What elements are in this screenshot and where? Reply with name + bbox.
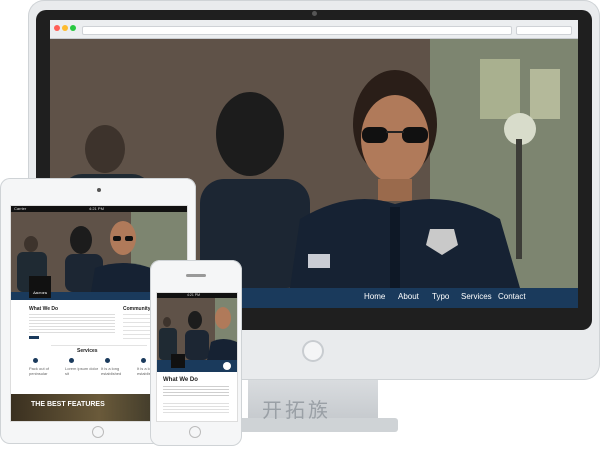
- tablet-section-title: What We Do: [29, 306, 59, 312]
- service-item-3: It is a long established: [101, 366, 122, 376]
- minimize-window-icon[interactable]: [62, 25, 68, 31]
- tablet-carrier: Carrier: [14, 206, 27, 211]
- phone-logo-badge[interactable]: [171, 354, 185, 368]
- phone-body-text-lines: [163, 403, 229, 415]
- nav-typo-link[interactable]: Typo: [432, 292, 449, 301]
- tablet-divider: [51, 345, 147, 346]
- service-icon-2: [69, 358, 74, 363]
- nav-services-link[interactable]: Services: [461, 292, 492, 301]
- service-icon-1: [33, 358, 38, 363]
- power-button-icon[interactable]: [302, 340, 324, 362]
- browser-search-field[interactable]: [516, 26, 572, 35]
- tablet-logo-badge[interactable]: Aurora: [29, 276, 51, 298]
- nav-home-link[interactable]: Home: [364, 292, 385, 301]
- service-item-2: Lorem ipsum dolor sit: [65, 366, 99, 376]
- phone-menu-icon[interactable]: [223, 362, 231, 370]
- phone-clock: 4:21 PM: [187, 293, 201, 297]
- nav-contact-link[interactable]: Contact: [498, 292, 526, 301]
- phone-lead-text-lines: [163, 386, 229, 398]
- tablet-sidebar-title: Community: [123, 306, 151, 312]
- tablet-camera-icon: [97, 188, 101, 192]
- tablet-home-button-icon[interactable]: [92, 426, 104, 438]
- camera-icon: [312, 11, 317, 16]
- service-icon-4: [141, 358, 146, 363]
- nav-about-link[interactable]: About: [398, 292, 419, 301]
- tablet-read-more-button[interactable]: [29, 336, 39, 339]
- phone-home-button-icon[interactable]: [189, 426, 201, 438]
- tablet-clock: 4:21 PM: [89, 206, 104, 211]
- phone-screen: 4:21 PM What We Do: [156, 292, 238, 422]
- close-window-icon[interactable]: [54, 25, 60, 31]
- service-icon-3: [105, 358, 110, 363]
- browser-toolbar: [50, 20, 578, 39]
- tablet-services-title: Services: [77, 348, 98, 354]
- tablet-logo-text: Aurora: [32, 290, 48, 295]
- watermark-text: 开拓族: [262, 398, 331, 422]
- phone-nav-bar: [157, 354, 237, 372]
- service-item-1: Pack out of peninsular: [29, 366, 50, 376]
- tablet-body-text-lines: [29, 314, 115, 334]
- phone-section-title: What We Do: [163, 377, 198, 383]
- tablet-features-title: THE BEST FEATURES: [31, 401, 105, 408]
- maximize-window-icon[interactable]: [70, 25, 76, 31]
- phone-hero-image: [157, 298, 237, 360]
- address-bar[interactable]: [82, 26, 512, 35]
- phone-speaker-icon: [186, 274, 206, 277]
